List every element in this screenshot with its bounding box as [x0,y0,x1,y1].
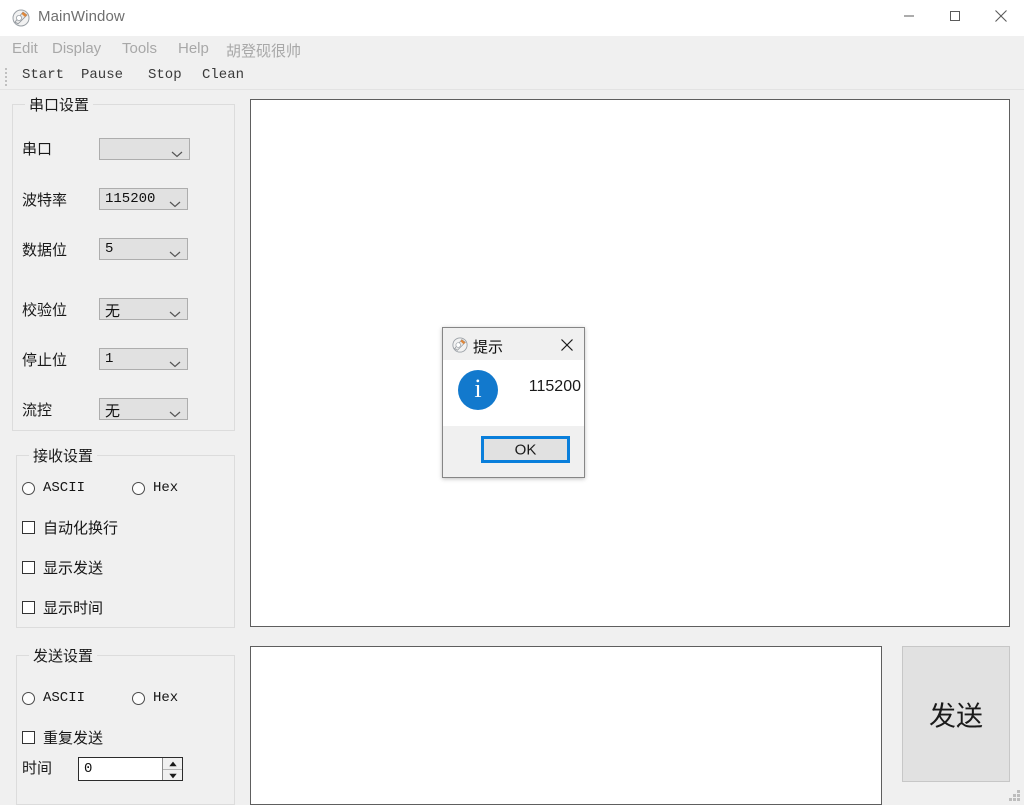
resize-grip[interactable] [1008,789,1021,802]
label-stop-bits: 停止位 [22,352,68,369]
label-data-bits: 数据位 [22,242,68,259]
close-icon[interactable] [556,334,578,356]
combo-serial-port[interactable] [99,138,190,160]
chevron-down-icon [169,245,181,258]
chevron-down-icon [169,305,181,318]
ok-button[interactable]: OK [481,436,570,463]
combo-baud-rate-value: 115200 [105,191,156,207]
dialog-footer: OK [443,426,584,477]
spinbox-up-icon[interactable] [163,758,182,769]
label-time: 时间 [22,760,53,777]
menu-item-tools[interactable]: Tools [120,40,159,57]
dialog-titlebar: 提示 [443,328,584,360]
radio-receive-hex-label: Hex [153,480,179,496]
send-button-label: 发送 [929,701,983,732]
prompt-dialog: 提示 i 115200 OK [442,327,585,478]
toolbar-button-stop[interactable]: Stop [148,67,182,83]
info-icon: i [458,370,498,410]
label-parity-bits: 校验位 [22,302,68,319]
window-title: MainWindow [38,8,125,25]
info-icon-glyph: i [474,374,482,403]
menu-item-edit[interactable]: Edit [10,40,40,57]
minimize-icon[interactable] [886,0,932,32]
menu-item-help[interactable]: Help [176,40,211,57]
combo-data-bits-value: 5 [105,241,114,257]
checkbox-auto-newline-label: 自动化换行 [43,520,119,537]
label-serial-port: 串口 [22,141,53,158]
ok-button-label: OK [514,441,537,458]
toolbar-button-clean[interactable]: Clean [202,67,244,83]
dialog-title: 提示 [473,339,504,356]
combo-flow-control-value: 无 [105,403,121,420]
send-textarea[interactable] [250,646,882,805]
combo-stop-bits[interactable]: 1 [99,348,188,370]
receive-textarea[interactable] [250,99,1010,627]
toolbar-drag-handle[interactable] [5,68,8,86]
chevron-down-icon [171,145,183,158]
window-titlebar: MainWindow [0,0,1024,37]
checkbox-icon [22,561,35,574]
checkbox-icon [22,731,35,744]
toolbar: Start Pause Stop Clean [0,64,1024,90]
radio-icon [22,692,35,705]
maximize-icon[interactable] [932,0,978,32]
checkbox-icon [22,601,35,614]
spinbox-down-icon[interactable] [163,769,182,781]
radio-send-ascii-label: ASCII [43,690,86,706]
combo-parity-bits[interactable]: 无 [99,298,188,320]
send-button[interactable]: 发送 [902,646,1010,782]
checkbox-icon [22,521,35,534]
radio-icon [132,482,145,495]
radio-icon [22,482,35,495]
time-spinbox-buttons[interactable] [162,758,182,780]
combo-stop-bits-value: 1 [105,351,114,367]
checkbox-show-send-label: 显示发送 [43,560,104,577]
receive-settings-title: 接收设置 [29,445,98,466]
chevron-down-icon [169,195,181,208]
serial-settings-title: 串口设置 [25,94,94,115]
checkbox-repeat-send-label: 重复发送 [43,730,104,747]
combo-data-bits[interactable]: 5 [99,238,188,260]
combo-flow-control[interactable]: 无 [99,398,188,420]
menu-item-custom[interactable]: 胡登砚很帅 [224,40,303,61]
menubar: Edit Display Tools Help 胡登砚很帅 [0,36,1024,64]
label-flow-control: 流控 [22,402,53,419]
radio-receive-ascii-label: ASCII [43,480,86,496]
receive-textarea-value [251,100,1009,108]
chevron-down-icon [169,355,181,368]
radio-icon [132,692,145,705]
app-logo-icon [452,337,468,353]
toolbar-button-pause[interactable]: Pause [81,67,123,83]
label-baud-rate: 波特率 [22,192,68,209]
combo-parity-bits-value: 无 [105,303,121,320]
time-spinbox[interactable]: 0 [78,757,183,781]
time-spinbox-value: 0 [84,761,93,777]
close-icon[interactable] [978,0,1024,32]
toolbar-button-start[interactable]: Start [22,67,64,83]
send-settings-title: 发送设置 [29,645,98,666]
chevron-down-icon [169,405,181,418]
checkbox-show-time-label: 显示时间 [43,600,104,617]
combo-baud-rate[interactable]: 115200 [99,188,188,210]
send-textarea-value [251,647,881,655]
dialog-message: 115200 [528,378,581,395]
dialog-body: i 115200 [443,360,584,426]
radio-send-hex-label: Hex [153,690,179,706]
app-logo-icon [12,9,30,27]
menu-item-display[interactable]: Display [50,40,103,57]
